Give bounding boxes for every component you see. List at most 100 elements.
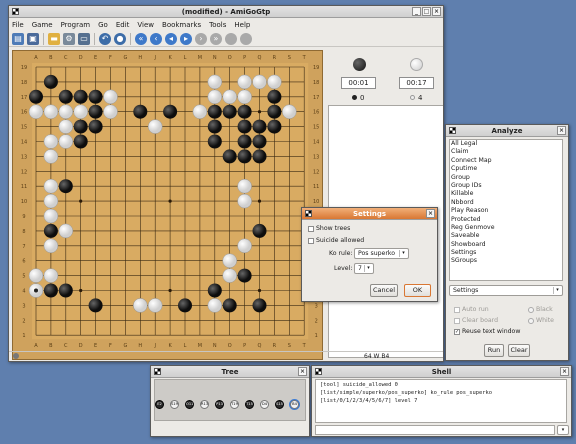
white-stone[interactable] [43,178,59,194]
run-button[interactable]: Run [484,344,504,357]
list-item[interactable]: All Legal [450,140,562,148]
black-stone[interactable] [267,119,282,134]
black-stone[interactable] [207,104,222,119]
tree-node[interactable]: S19 [170,400,179,409]
menu-program[interactable]: Program [61,21,91,29]
white-stone[interactable] [222,253,237,268]
menu-view[interactable]: View [137,21,154,29]
white-stone[interactable] [58,104,74,119]
white-stone[interactable] [103,104,118,119]
black-stone[interactable] [178,298,192,313]
game-tree[interactable]: E2 S19 O11 R13 P13 T19 T15 D4 S15 B4 [154,379,306,421]
white-stone[interactable] [237,74,252,90]
black-stone[interactable] [252,223,267,238]
white-stone[interactable] [73,104,88,119]
white-stone[interactable] [58,134,74,149]
open-icon[interactable]: ▬ [48,32,60,45]
shell-output[interactable]: [tool] suicide_allowed 0 [list/simple/sup… [315,379,567,423]
black-stone[interactable] [88,104,103,119]
new-icon[interactable]: ▤ [12,32,24,45]
menu-game[interactable]: Game [32,21,53,29]
white-stone[interactable] [133,298,148,313]
back-ten-icon[interactable]: ‹ [150,32,162,45]
tree-node[interactable]: P13 [215,400,224,409]
black-stone[interactable] [88,119,103,134]
black-stone[interactable] [252,149,267,164]
white-stone[interactable] [43,238,59,254]
analyze-command-list[interactable]: All Legal Claim Connect Map Cputime Grou… [449,139,563,281]
black-stone[interactable] [58,179,73,194]
list-item[interactable]: Settings [450,249,562,257]
black-stone[interactable] [222,104,237,119]
black-stone[interactable] [73,119,88,134]
white-stone[interactable] [43,193,59,209]
board-canvas[interactable]: AABBCCDDEEFFGGHHJJKKLLMMNNOOPPQQRRSSTT19… [13,51,322,359]
reuse-text-window-checkbox[interactable]: ✓ Reuse text window [454,328,520,335]
maximize-icon[interactable]: □ [422,7,431,16]
tree-node[interactable]: D4 [260,400,269,409]
black-stone[interactable] [43,223,58,238]
shell-history-dropdown[interactable]: ▾ [557,425,569,435]
black-stone[interactable] [267,89,282,104]
list-item[interactable]: Protected [450,216,562,224]
black-stone[interactable] [43,283,58,298]
tree-node[interactable]: R13 [200,400,209,409]
tree-node[interactable]: T15 [245,400,254,409]
white-stone[interactable] [207,89,223,105]
list-item[interactable]: SGroups [450,257,562,265]
white-stone[interactable] [43,134,59,149]
close-icon[interactable]: × [426,209,435,218]
black-stone[interactable] [252,298,267,313]
list-item[interactable]: Saveable [450,232,562,240]
go-board[interactable]: A A B B C C D D E E F F G G H H J J K K L L M M N N O O P P Q Q R R S S T T 19… [12,50,323,360]
minimize-icon[interactable]: _ [412,7,421,16]
white-stone[interactable] [43,268,59,283]
list-item[interactable]: Connect Map [450,157,562,165]
list-item[interactable]: Claim [450,148,562,156]
black-stone[interactable] [237,119,252,134]
black-stone[interactable] [29,89,43,104]
save-icon[interactable]: ▣ [27,32,39,45]
tree-node[interactable]: E2 [155,400,164,409]
black-stone[interactable] [237,149,252,164]
level-select[interactable]: 7 ▾ [354,263,374,274]
show-trees-checkbox[interactable]: Show trees [308,225,350,232]
ko-rule-select[interactable]: Pos superko ▾ [354,248,409,259]
close-icon[interactable]: × [560,367,569,376]
analyze-titlebar[interactable]: Analyze × [446,125,568,137]
black-stone[interactable] [267,104,282,119]
list-item[interactable]: Group [450,174,562,182]
tree-titlebar[interactable]: Tree × [151,366,309,378]
menu-edit[interactable]: Edit [116,21,130,29]
menu-go[interactable]: Go [98,21,108,29]
list-item[interactable]: Cputime [450,165,562,173]
white-stone[interactable] [282,104,297,119]
black-stone[interactable] [73,134,88,149]
white-stone[interactable] [43,149,59,164]
white-stone[interactable] [147,298,163,313]
black-stone[interactable] [133,104,148,119]
black-stone[interactable] [207,283,222,298]
black-stone[interactable] [237,104,252,119]
checkbox-icon[interactable] [308,225,314,232]
black-stone[interactable] [73,89,88,104]
white-stone[interactable] [252,74,267,90]
white-stone[interactable] [237,193,252,209]
checkmark-icon[interactable]: ✓ [454,328,460,335]
black-stone[interactable] [58,283,73,298]
white-stone[interactable] [28,268,44,283]
black-stone[interactable] [252,119,267,134]
list-item[interactable]: Play Reason [450,207,562,215]
white-stone[interactable] [237,238,252,254]
forward-icon[interactable]: ▸ [180,32,192,45]
white-stone[interactable] [43,104,59,119]
white-stone[interactable] [192,104,208,119]
white-stone[interactable] [28,104,44,119]
first-move-icon[interactable]: « [135,32,147,45]
play-icon[interactable]: ● [114,32,126,45]
list-item[interactable]: Killable [450,190,562,198]
white-stone[interactable] [58,119,74,134]
tree-node[interactable]: O11 [185,400,194,409]
list-item[interactable]: Nbbord [450,199,562,207]
back-icon[interactable]: ◂ [165,32,177,45]
